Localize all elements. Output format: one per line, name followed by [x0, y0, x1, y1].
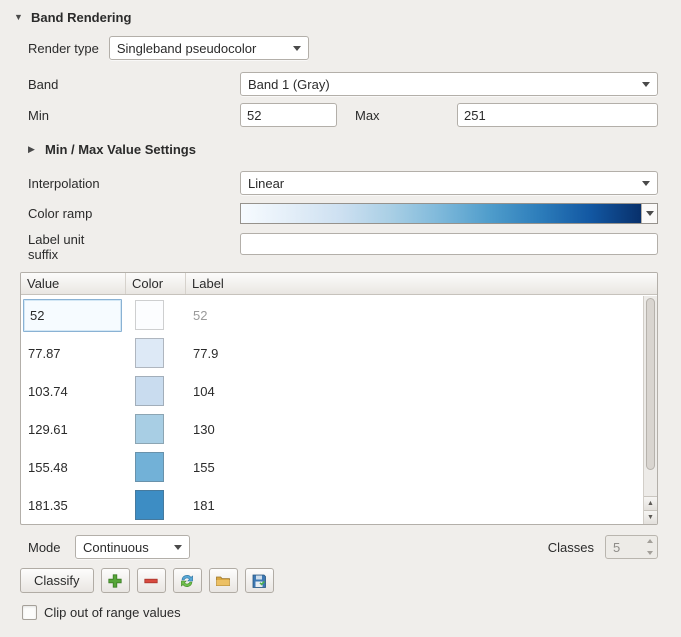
column-header-label[interactable]: Label — [186, 273, 657, 294]
color-map-row[interactable]: 129.61 130 — [21, 410, 643, 448]
band-label: Band — [28, 77, 240, 92]
row-label: 181 — [186, 498, 643, 513]
save-icon — [251, 573, 267, 589]
row-value: 103.74 — [28, 384, 68, 399]
color-map-row[interactable]: 103.74 104 — [21, 372, 643, 410]
classes-label: Classes — [548, 540, 605, 555]
band-rendering-panel: ▼ Band Rendering Render type Singleband … — [0, 0, 681, 620]
row-label: 52 — [186, 308, 643, 323]
export-color-map-button[interactable] — [245, 568, 274, 593]
row-label: 77.9 — [186, 346, 643, 361]
render-type-value: Singleband pseudocolor — [117, 41, 257, 56]
row-color-swatch[interactable] — [135, 414, 164, 444]
row-value-cell[interactable]: 77.87 — [21, 334, 126, 372]
row-value: 181.35 — [28, 498, 68, 513]
mode-value: Continuous — [83, 540, 149, 555]
mode-combo[interactable]: Continuous — [75, 535, 190, 559]
column-header-color[interactable]: Color — [126, 273, 186, 294]
row-color-cell[interactable] — [126, 338, 186, 368]
minmax-settings-title: Min / Max Value Settings — [45, 142, 196, 157]
color-map-row[interactable]: 77.87 77.9 — [21, 334, 643, 372]
color-map-row[interactable]: 52 52 — [21, 296, 643, 334]
row-color-swatch[interactable] — [135, 452, 164, 482]
add-entry-button[interactable] — [101, 568, 130, 593]
row-color-cell[interactable] — [126, 376, 186, 406]
row-label: 155 — [186, 460, 643, 475]
folder-icon — [215, 573, 231, 589]
collapse-arrow-icon: ▼ — [14, 12, 24, 22]
group-title: Band Rendering — [31, 10, 131, 25]
row-color-swatch[interactable] — [135, 338, 164, 368]
min-input[interactable] — [240, 103, 337, 127]
row-color-cell[interactable] — [126, 452, 186, 482]
minmax-settings-header[interactable]: ▶ Min / Max Value Settings — [28, 140, 658, 158]
row-value-cell[interactable]: 129.61 — [21, 410, 126, 448]
vertical-scrollbar[interactable]: ▲ ▼ — [643, 296, 657, 524]
row-value-cell[interactable]: 181.35 — [21, 486, 126, 524]
row-color-cell[interactable] — [126, 490, 186, 520]
remove-entry-button[interactable] — [137, 568, 166, 593]
row-value-cell[interactable]: 155.48 — [21, 448, 126, 486]
dropdown-arrow-icon — [642, 82, 650, 87]
render-type-label: Render type — [28, 41, 99, 56]
band-combo[interactable]: Band 1 (Gray) — [240, 72, 658, 96]
table-header-row: Value Color Label — [21, 273, 657, 295]
column-header-value[interactable]: Value — [21, 273, 126, 294]
clip-checkbox-label: Clip out of range values — [44, 605, 181, 620]
row-color-cell[interactable] — [126, 414, 186, 444]
row-label: 104 — [186, 384, 643, 399]
classify-button[interactable]: Classify — [20, 568, 94, 593]
interpolation-combo[interactable]: Linear — [240, 171, 658, 195]
color-table-rows: 52 52 77.87 77.9 103.74 — [21, 296, 643, 524]
expand-arrow-icon: ▶ — [28, 144, 38, 155]
max-input[interactable] — [457, 103, 658, 127]
row-value: 155.48 — [28, 460, 68, 475]
color-ramp-label: Color ramp — [28, 206, 240, 221]
dropdown-arrow-icon — [646, 211, 654, 216]
min-label: Min — [28, 108, 240, 123]
scrollbar-thumb[interactable] — [646, 298, 655, 470]
scroll-down-button[interactable]: ▼ — [644, 510, 657, 524]
band-value: Band 1 (Gray) — [248, 77, 330, 92]
color-map-table[interactable]: Value Color Label 52 52 77.87 77. — [20, 272, 658, 525]
load-from-band-button[interactable] — [173, 568, 202, 593]
color-ramp-dropdown[interactable] — [641, 204, 657, 223]
classes-value: 5 — [613, 540, 620, 555]
mode-label: Mode — [28, 540, 75, 555]
row-value-cell[interactable]: 52 — [21, 296, 126, 334]
row-value: 52 — [30, 308, 44, 323]
clip-out-of-range-row[interactable]: Clip out of range values — [22, 605, 658, 620]
classes-spinbox: 5 — [605, 535, 658, 559]
color-map-row[interactable]: 181.35 181 — [21, 486, 643, 524]
minus-icon — [143, 573, 159, 589]
band-rendering-header[interactable]: ▼ Band Rendering — [14, 8, 658, 26]
row-color-swatch[interactable] — [135, 490, 164, 520]
row-value: 77.87 — [28, 346, 61, 361]
row-value: 129.61 — [28, 422, 68, 437]
max-label: Max — [337, 108, 457, 123]
row-color-swatch[interactable] — [135, 376, 164, 406]
interpolation-label: Interpolation — [28, 176, 240, 191]
label-unit-suffix-label: Label unit suffix — [28, 232, 240, 262]
color-map-row[interactable]: 155.48 155 — [21, 448, 643, 486]
interpolation-value: Linear — [248, 176, 284, 191]
color-ramp-selector[interactable] — [240, 203, 658, 224]
label-unit-suffix-input[interactable] — [240, 233, 658, 255]
dropdown-arrow-icon — [174, 545, 182, 550]
refresh-arrows-icon — [179, 573, 195, 589]
scroll-up-button[interactable]: ▲ — [644, 496, 657, 510]
spinbox-arrows-icon — [647, 539, 653, 555]
row-value-cell[interactable]: 103.74 — [21, 372, 126, 410]
color-ramp-gradient — [241, 204, 641, 223]
dropdown-arrow-icon — [293, 46, 301, 51]
row-color-cell[interactable] — [126, 300, 186, 330]
clip-checkbox[interactable] — [22, 605, 37, 620]
dropdown-arrow-icon — [642, 181, 650, 186]
row-label: 130 — [186, 422, 643, 437]
render-type-combo[interactable]: Singleband pseudocolor — [109, 36, 309, 60]
plus-icon — [107, 573, 123, 589]
load-color-map-button[interactable] — [209, 568, 238, 593]
row-color-swatch[interactable] — [135, 300, 164, 330]
